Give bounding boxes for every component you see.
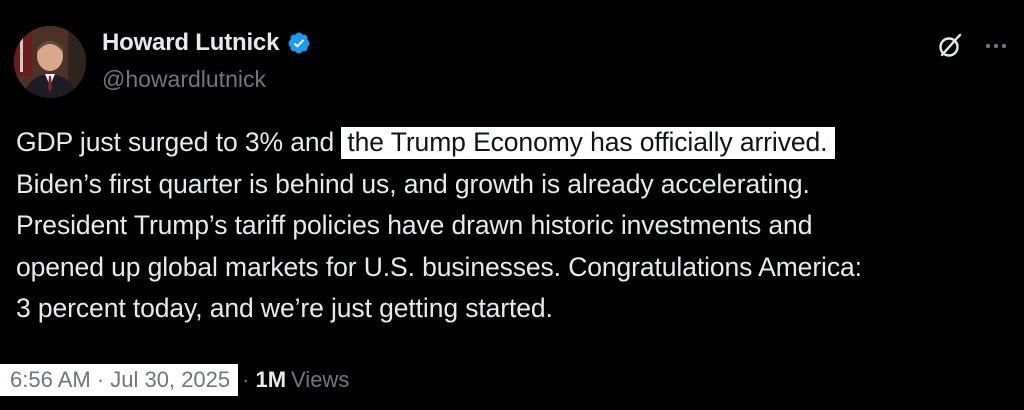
verified-badge-icon — [288, 32, 310, 54]
tweet-line-2: Biden’s first quarter is behind us, and … — [16, 168, 810, 199]
tweet-card: Howard Lutnick @howardlutnick GDP just s… — [0, 0, 1024, 410]
tweet-line-4: opened up global markets for U.S. busine… — [16, 251, 862, 282]
more-icon[interactable] — [982, 32, 1010, 60]
meta-separator: · — [242, 367, 250, 392]
avatar[interactable] — [14, 26, 86, 98]
tweet-line-1: GDP just surged to 3% and the Trump Econ… — [16, 122, 1016, 164]
grok-icon[interactable] — [936, 32, 964, 60]
highlighted-text: the Trump Economy has officially arrived… — [341, 127, 836, 159]
timestamp-link[interactable]: 6:56 AM · Jul 30, 2025 — [0, 364, 239, 396]
views-label: Views — [291, 367, 350, 392]
author-display-name[interactable]: Howard Lutnick — [102, 29, 279, 57]
tweet-text: GDP just surged to 3% and the Trump Econ… — [16, 122, 1016, 330]
tweet-line-5: 3 percent today, and we’re just getting … — [16, 293, 553, 323]
tweet-line-3: President Trump’s tariff policies have d… — [16, 210, 813, 240]
author-handle[interactable]: @howardlutnick — [102, 66, 266, 93]
author-name-row: Howard Lutnick — [102, 28, 311, 58]
tweet-line-1-text: GDP just surged to 3% and — [16, 127, 342, 157]
avatar-image — [14, 26, 86, 98]
tweet-meta: 6:56 AM · Jul 30, 2025 · 1M Views — [0, 362, 349, 398]
views-count[interactable]: 1M — [255, 367, 286, 393]
